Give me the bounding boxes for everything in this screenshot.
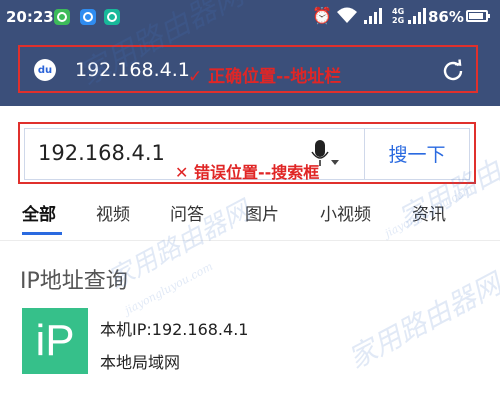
status-time: 20:23 bbox=[6, 8, 54, 26]
divider bbox=[0, 240, 500, 241]
lan-text: 本地局域网 bbox=[100, 353, 181, 372]
wechat-icon bbox=[54, 9, 70, 25]
wifi-icon bbox=[337, 7, 357, 23]
baidu-logo-icon: du bbox=[34, 59, 56, 81]
result-card-title[interactable]: IP地址查询 bbox=[20, 263, 128, 295]
tab-video[interactable]: 视频 bbox=[96, 200, 130, 225]
alarm-icon: ⏰ bbox=[312, 6, 332, 25]
category-tabs: 全部 视频 问答 图片 小视频 资讯 bbox=[0, 196, 500, 238]
address-annotation: ✓ 正确位置--地址栏 bbox=[188, 67, 342, 87]
signal-icon-2 bbox=[408, 8, 426, 24]
network-type: 4G 2G bbox=[392, 7, 404, 25]
tab-qa[interactable]: 问答 bbox=[170, 200, 204, 225]
battery-icon bbox=[466, 10, 490, 22]
refresh-icon[interactable] bbox=[440, 58, 466, 84]
message-icon bbox=[80, 9, 96, 25]
search-input-value[interactable]: 192.168.4.1 bbox=[38, 141, 165, 165]
watermark-cn-4: 家用路由器网 bbox=[342, 267, 500, 376]
network-type-bottom: 2G bbox=[392, 16, 405, 25]
tab-short-video[interactable]: 小视频 bbox=[320, 200, 371, 225]
address-url[interactable]: 192.168.4.1 bbox=[75, 59, 190, 81]
tab-news[interactable]: 资讯 bbox=[412, 200, 446, 225]
search-button[interactable]: 搜一下 bbox=[364, 128, 470, 180]
scan-icon bbox=[104, 9, 120, 25]
tab-all[interactable]: 全部 bbox=[22, 200, 56, 225]
ip-logo-icon: iP bbox=[22, 308, 88, 374]
microphone-icon[interactable] bbox=[310, 140, 340, 168]
local-ip-text: 本机IP:192.168.4.1 bbox=[100, 320, 249, 339]
status-bar: 20:23 ⏰ 4G 2G 86% bbox=[0, 0, 500, 36]
signal-icon bbox=[364, 8, 382, 24]
tab-images[interactable]: 图片 bbox=[245, 200, 279, 225]
active-tab-indicator bbox=[22, 232, 62, 235]
search-annotation: ✕ 错误位置--搜索框 bbox=[175, 163, 320, 182]
watermark-en-2: jiayongluyou.com bbox=[122, 259, 216, 318]
battery-percent: 86% bbox=[428, 8, 464, 26]
network-type-top: 4G bbox=[392, 7, 405, 16]
